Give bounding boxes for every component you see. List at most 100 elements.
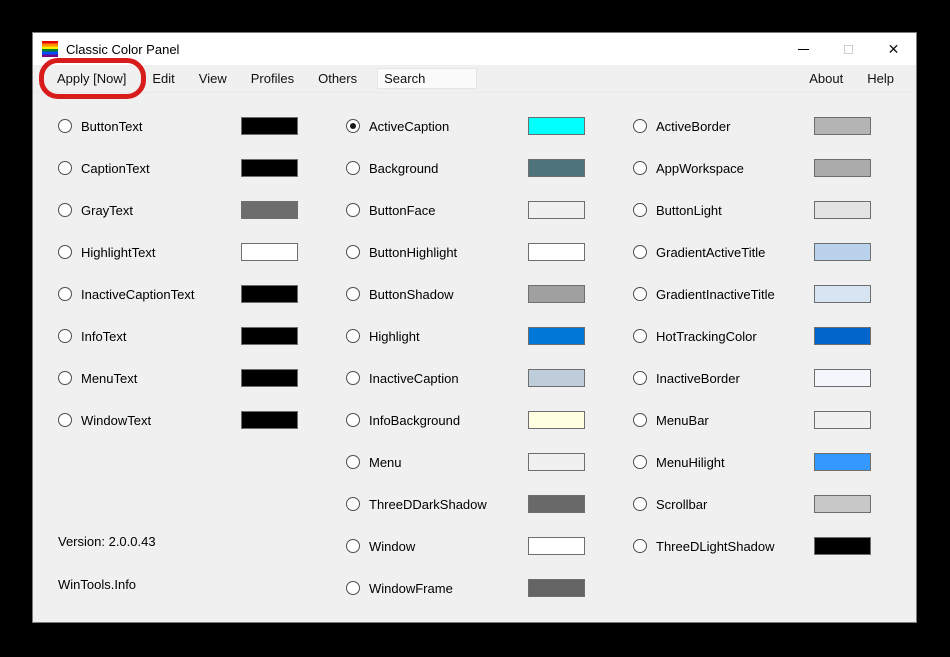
menu-item-about[interactable]: About	[797, 65, 855, 92]
color-option-row[interactable]: ActiveCaption	[346, 105, 585, 147]
radio-button[interactable]	[346, 371, 360, 385]
search-input[interactable]	[377, 68, 477, 89]
color-option-row[interactable]: Highlight	[346, 315, 585, 357]
color-option-row[interactable]: GradientActiveTitle	[633, 231, 871, 273]
minimize-button[interactable]	[781, 33, 826, 65]
color-option-row[interactable]: InactiveCaptionText	[58, 273, 298, 315]
color-option-row[interactable]: MenuHilight	[633, 441, 871, 483]
radio-button[interactable]	[346, 539, 360, 553]
menu-item-apply-now-label: Apply [Now]	[57, 71, 126, 86]
color-option-row[interactable]: WindowText	[58, 399, 298, 441]
color-swatch	[814, 159, 871, 177]
color-option-row[interactable]: ButtonFace	[346, 189, 585, 231]
color-swatch	[528, 285, 585, 303]
color-option-row[interactable]: ButtonShadow	[346, 273, 585, 315]
radio-button[interactable]	[633, 413, 647, 427]
radio-button[interactable]	[58, 287, 72, 301]
radio-button[interactable]	[346, 287, 360, 301]
color-swatch	[528, 201, 585, 219]
color-option-row[interactable]: GradientInactiveTitle	[633, 273, 871, 315]
radio-button[interactable]	[633, 119, 647, 133]
color-option-row[interactable]: InfoText	[58, 315, 298, 357]
radio-button[interactable]	[346, 497, 360, 511]
color-option-row[interactable]: InfoBackground	[346, 399, 585, 441]
radio-button[interactable]	[346, 413, 360, 427]
radio-button[interactable]	[346, 329, 360, 343]
radio-button[interactable]	[633, 287, 647, 301]
color-option-row[interactable]: ThreeDLightShadow	[633, 525, 871, 567]
color-swatch	[241, 327, 298, 345]
color-option-row[interactable]: ButtonLight	[633, 189, 871, 231]
color-option-label: InactiveBorder	[656, 371, 740, 386]
menu-item-others[interactable]: Others	[306, 65, 369, 92]
color-swatch	[528, 327, 585, 345]
color-option-row[interactable]: Background	[346, 147, 585, 189]
color-column-2: ActiveCaption Background ButtonFace Butt…	[346, 105, 585, 609]
color-option-row[interactable]: CaptionText	[58, 147, 298, 189]
color-option-row[interactable]: MenuText	[58, 357, 298, 399]
radio-button[interactable]	[633, 203, 647, 217]
color-swatch	[241, 411, 298, 429]
color-option-row[interactable]: MenuBar	[633, 399, 871, 441]
color-option-row[interactable]: Menu	[346, 441, 585, 483]
color-option-row[interactable]: InactiveBorder	[633, 357, 871, 399]
radio-button[interactable]	[58, 329, 72, 343]
radio-button[interactable]	[58, 161, 72, 175]
color-option-row[interactable]: InactiveCaption	[346, 357, 585, 399]
color-option-label: AppWorkspace	[656, 161, 744, 176]
radio-button[interactable]	[346, 119, 360, 133]
color-option-label: MenuHilight	[656, 455, 725, 470]
color-column-3: ActiveBorder AppWorkspace ButtonLight Gr…	[633, 105, 871, 567]
menu-item-edit[interactable]: Edit	[140, 65, 186, 92]
color-option-label: InfoBackground	[369, 413, 460, 428]
color-option-label: Background	[369, 161, 438, 176]
color-option-row[interactable]: ButtonText	[58, 105, 298, 147]
color-option-row[interactable]: Scrollbar	[633, 483, 871, 525]
color-column-1: ButtonText CaptionText GrayText Highligh…	[58, 105, 298, 441]
close-button[interactable]: ✕	[871, 33, 916, 65]
color-option-label: ActiveBorder	[656, 119, 730, 134]
menu-item-profiles[interactable]: Profiles	[239, 65, 306, 92]
radio-button[interactable]	[58, 119, 72, 133]
color-option-row[interactable]: WindowFrame	[346, 567, 585, 609]
version-label: Version: 2.0.0.43	[58, 534, 156, 549]
menubar: Apply [Now] Edit View Profiles Others Ab…	[33, 65, 916, 93]
color-swatch	[241, 243, 298, 261]
radio-button[interactable]	[633, 497, 647, 511]
color-swatch	[241, 201, 298, 219]
radio-button[interactable]	[58, 245, 72, 259]
color-option-row[interactable]: AppWorkspace	[633, 147, 871, 189]
radio-button[interactable]	[633, 245, 647, 259]
color-swatch	[241, 159, 298, 177]
radio-button[interactable]	[58, 413, 72, 427]
color-swatch	[814, 495, 871, 513]
radio-button[interactable]	[633, 329, 647, 343]
color-option-row[interactable]: ThreeDDarkShadow	[346, 483, 585, 525]
color-option-row[interactable]: ActiveBorder	[633, 105, 871, 147]
radio-button[interactable]	[633, 455, 647, 469]
radio-button[interactable]	[346, 455, 360, 469]
radio-button[interactable]	[346, 161, 360, 175]
radio-button[interactable]	[58, 203, 72, 217]
color-option-row[interactable]: ButtonHighlight	[346, 231, 585, 273]
color-swatch	[814, 537, 871, 555]
color-swatch	[528, 369, 585, 387]
radio-button[interactable]	[633, 161, 647, 175]
color-option-row[interactable]: GrayText	[58, 189, 298, 231]
menu-item-view[interactable]: View	[187, 65, 239, 92]
menu-item-apply-now[interactable]: Apply [Now]	[43, 65, 140, 92]
radio-button[interactable]	[58, 371, 72, 385]
menu-item-help[interactable]: Help	[855, 65, 906, 92]
color-option-row[interactable]: Window	[346, 525, 585, 567]
maximize-button[interactable]	[826, 33, 871, 65]
color-option-label: HighlightText	[81, 245, 155, 260]
radio-button[interactable]	[346, 245, 360, 259]
radio-button[interactable]	[346, 581, 360, 595]
color-swatch	[528, 495, 585, 513]
minimize-icon	[798, 49, 809, 50]
radio-button[interactable]	[633, 371, 647, 385]
color-option-row[interactable]: HighlightText	[58, 231, 298, 273]
color-option-row[interactable]: HotTrackingColor	[633, 315, 871, 357]
radio-button[interactable]	[633, 539, 647, 553]
radio-button[interactable]	[346, 203, 360, 217]
